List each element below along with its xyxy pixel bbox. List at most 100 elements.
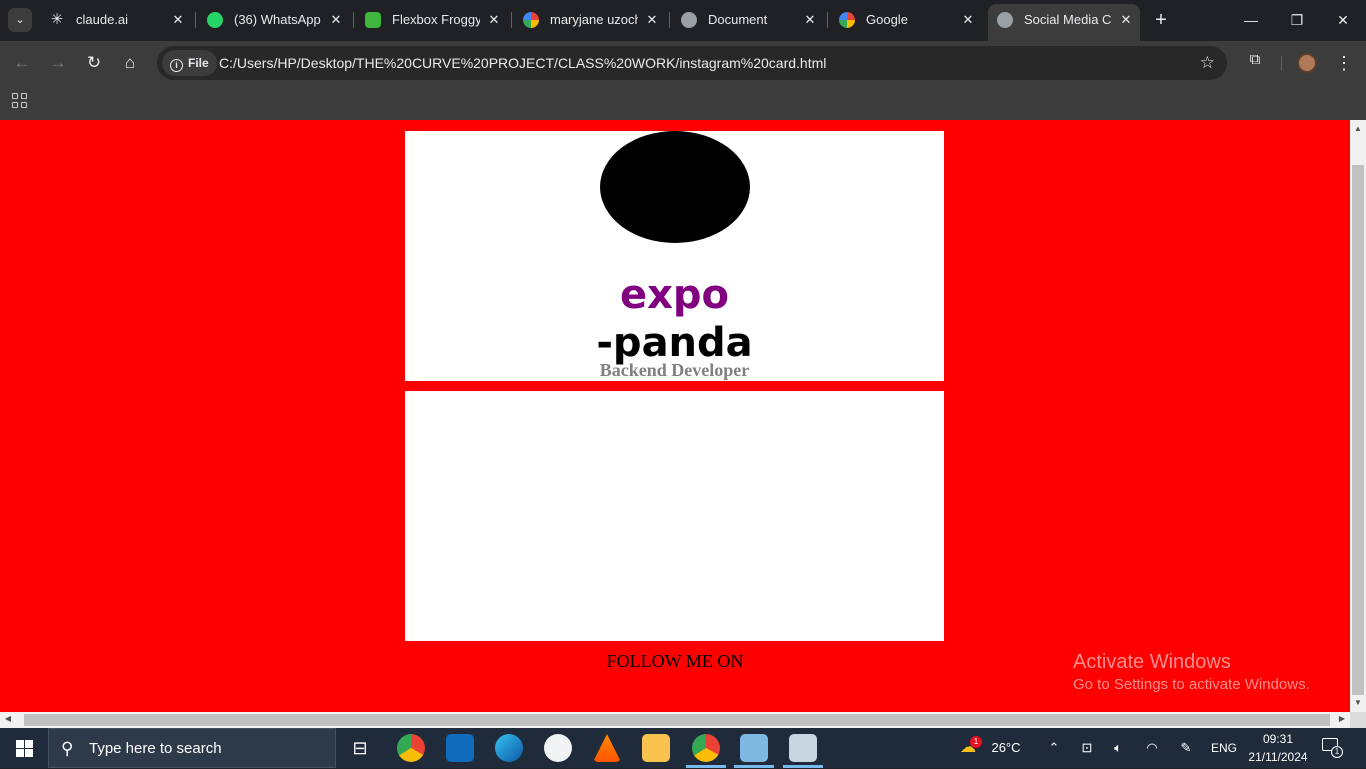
task-view-icon[interactable]: ⊟ <box>346 734 374 762</box>
content-card <box>405 391 944 641</box>
notification-center-icon[interactable]: 1 <box>1322 738 1343 758</box>
tab-title: Social Media Car <box>1024 12 1112 27</box>
google-icon <box>839 12 855 28</box>
close-icon[interactable]: ✕ <box>644 4 660 36</box>
claude-icon: ✳ <box>50 11 64 28</box>
file-explorer-icon[interactable] <box>642 734 670 762</box>
restore-button[interactable]: ❐ <box>1274 0 1320 40</box>
tab-divider <box>827 12 828 28</box>
url-text[interactable]: C:/Users/HP/Desktop/THE%20CURVE%20PROJEC… <box>219 46 826 80</box>
tab-claude[interactable]: ✳ claude.ai ✕ <box>40 4 192 36</box>
close-icon[interactable]: ✕ <box>1118 4 1134 36</box>
tab-divider <box>195 12 196 28</box>
bookmark-star-icon[interactable]: ☆ <box>1200 46 1215 80</box>
new-tab-button[interactable]: + <box>1150 8 1172 32</box>
profile-card: expo -panda Backend Developer <box>405 131 944 381</box>
clock-date: 21/11/2024 <box>1248 750 1308 764</box>
chevron-up-icon[interactable]: ⌃ <box>1044 728 1064 768</box>
activation-watermark-subtitle: Go to Settings to activate Windows. <box>1073 676 1310 693</box>
scroll-up-arrow-icon[interactable]: ▲ <box>1350 124 1366 133</box>
back-button[interactable]: ← <box>8 49 36 77</box>
taskbar-clock[interactable]: 09:31 21/11/2024 <box>1240 730 1316 766</box>
info-icon: i <box>170 59 183 72</box>
weather-temperature[interactable]: 26°C <box>986 728 1026 768</box>
tab-divider <box>669 12 670 28</box>
minimize-button[interactable]: — <box>1228 0 1274 40</box>
start-button[interactable] <box>0 728 48 768</box>
notepad-icon[interactable] <box>740 734 768 762</box>
notification-count: 1 <box>1331 746 1343 758</box>
mail-icon[interactable] <box>446 734 474 762</box>
browser-toolbar: ← → ↻ ⌂ i File C:/Users/HP/Desktop/THE%20… <box>0 41 1366 84</box>
apps-grid-icon[interactable] <box>12 93 28 109</box>
scroll-right-arrow-icon[interactable]: ▶ <box>1334 714 1350 723</box>
tab-title: Google <box>866 12 908 27</box>
profile-name-line1: expo <box>619 272 730 318</box>
close-icon[interactable]: ✕ <box>486 4 502 36</box>
edge-icon[interactable] <box>495 734 523 762</box>
vlc-icon[interactable] <box>593 734 621 762</box>
bookmarks-bar <box>0 84 1366 120</box>
tab-divider <box>511 12 512 28</box>
horizontal-scrollbar[interactable]: ◀ ▶ <box>0 712 1350 728</box>
google-icon <box>523 12 539 28</box>
close-icon[interactable]: ✕ <box>960 4 976 36</box>
vertical-scroll-thumb[interactable] <box>1352 165 1364 695</box>
search-icon: ⚲ <box>61 739 74 758</box>
profile-avatar[interactable] <box>1297 53 1317 73</box>
tab-social-media-card[interactable]: Social Media Car ✕ <box>988 4 1140 41</box>
tab-title: Document <box>708 12 768 27</box>
system-app-icon[interactable] <box>789 734 817 762</box>
chip-label: File <box>188 56 209 70</box>
extensions-icon[interactable]: ⧉ <box>1244 51 1266 73</box>
tab-strip: ⌄ ✳ claude.ai ✕ (36) WhatsApp ✕ Flexbox … <box>0 0 1366 41</box>
scroll-left-arrow-icon[interactable]: ◀ <box>0 714 16 723</box>
close-icon[interactable]: ✕ <box>802 4 818 36</box>
taskbar-search[interactable]: ⚲ Type here to search <box>48 728 336 768</box>
tab-maryjane[interactable]: maryjane uzochu ✕ <box>514 4 666 36</box>
app-circle-icon[interactable] <box>544 734 572 762</box>
tab-title: Flexbox Froggy - <box>392 12 480 27</box>
address-bar[interactable]: i File C:/Users/HP/Desktop/THE%20CURVE%20… <box>157 46 1227 80</box>
tab-title: claude.ai <box>76 12 129 27</box>
tab-divider <box>353 12 354 28</box>
taskbar-search-placeholder: Type here to search <box>89 740 222 757</box>
close-icon[interactable]: ✕ <box>170 4 186 36</box>
more-menu-icon[interactable]: ⋮ <box>1334 49 1354 77</box>
weather-icon[interactable]: ☁ <box>956 728 980 768</box>
home-button[interactable]: ⌂ <box>116 49 144 77</box>
scrollbar-corner <box>1350 712 1366 728</box>
language-indicator[interactable]: ENG <box>1206 728 1242 768</box>
tab-document[interactable]: Document ✕ <box>672 4 824 36</box>
windows-taskbar: ⚲ Type here to search ⊟ ☁ 1 26°C ⌃ ⊡ 🔈︎ … <box>0 728 1366 768</box>
close-icon[interactable]: ✕ <box>328 4 344 36</box>
vertical-scrollbar[interactable]: ▲ ▼ <box>1350 120 1366 712</box>
network-icon[interactable]: ◠ <box>1142 728 1162 768</box>
pen-icon[interactable]: ✎ <box>1176 728 1196 768</box>
forward-button[interactable]: → <box>44 49 72 77</box>
whatsapp-icon <box>207 12 223 28</box>
clock-time: 09:31 <box>1262 732 1294 746</box>
activation-watermark-title: Activate Windows <box>1073 651 1231 673</box>
scroll-down-arrow-icon[interactable]: ▼ <box>1350 698 1366 707</box>
tab-search-button[interactable]: ⌄ <box>8 8 32 32</box>
chrome-active-icon[interactable] <box>692 734 720 762</box>
site-info-chip[interactable]: i File <box>162 50 217 76</box>
tab-flexbox-froggy[interactable]: Flexbox Froggy - ✕ <box>356 4 508 36</box>
tab-whatsapp[interactable]: (36) WhatsApp ✕ <box>198 4 350 36</box>
profile-avatar-placeholder <box>600 131 750 243</box>
chrome-icon[interactable] <box>397 734 425 762</box>
meet-now-icon[interactable]: ⊡ <box>1077 728 1097 768</box>
profile-role: Backend Developer <box>599 360 750 380</box>
volume-icon[interactable]: 🔈︎ <box>1108 728 1128 768</box>
reload-button[interactable]: ↻ <box>80 49 108 77</box>
tab-title: (36) WhatsApp <box>234 12 321 27</box>
page-viewport: expo -panda Backend Developer FOLLOW ME … <box>0 120 1350 712</box>
froggy-icon <box>365 12 381 28</box>
weather-badge: 1 <box>970 736 982 748</box>
horizontal-scroll-thumb[interactable] <box>24 714 1330 726</box>
tab-google[interactable]: Google ✕ <box>830 4 982 36</box>
globe-icon <box>997 12 1013 28</box>
tab-title: maryjane uzochu <box>550 12 638 27</box>
close-window-button[interactable]: ✕ <box>1320 0 1366 40</box>
